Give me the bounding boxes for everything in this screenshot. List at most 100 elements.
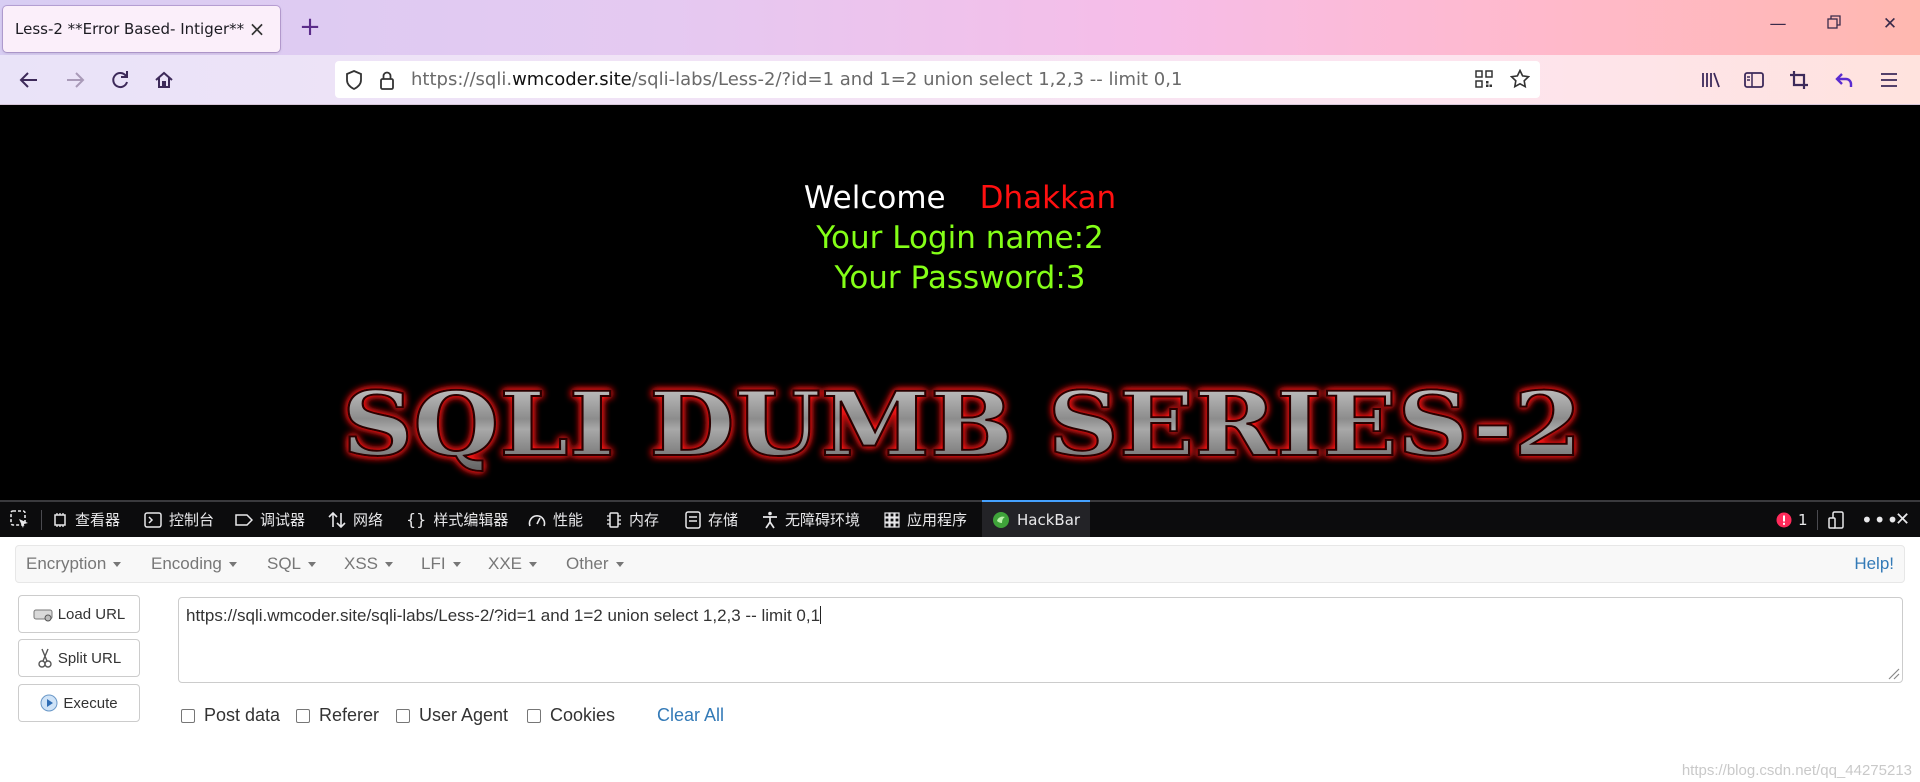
menu-label: Encryption	[26, 554, 107, 573]
sidebar-icon[interactable]	[1739, 65, 1769, 95]
text-cursor	[820, 606, 822, 624]
load-url-button[interactable]: Load URL	[18, 595, 140, 633]
help-link[interactable]: Help!	[1854, 546, 1894, 582]
back-icon[interactable]	[14, 65, 44, 95]
tab-label: 无障碍环境	[785, 511, 861, 529]
close-devtools-icon[interactable]: ✕	[1895, 502, 1910, 537]
tab-storage[interactable]: 存储	[685, 502, 738, 537]
qr-code-icon[interactable]	[1475, 70, 1493, 92]
hackbar-panel: Encryption Encoding SQL XSS LFI XXE Othe…	[0, 537, 1920, 782]
checkbox-box[interactable]	[181, 708, 195, 723]
screenshot-crop-icon[interactable]	[1784, 65, 1814, 95]
menu-label: XSS	[344, 554, 379, 573]
password-line: Your Password:3	[834, 260, 1086, 296]
tab-label: 内存	[629, 511, 660, 529]
error-indicator[interactable]: 1	[1776, 502, 1808, 537]
clear-all-link[interactable]: Clear All	[657, 705, 724, 726]
button-label: Execute	[63, 694, 118, 712]
more-options-icon[interactable]: •••	[1861, 502, 1899, 537]
menu-label: Encoding	[151, 554, 222, 573]
caret-down-icon	[308, 562, 317, 568]
hackbar-menu: Encryption Encoding SQL XSS LFI XXE Othe…	[15, 545, 1905, 583]
restore-icon[interactable]	[1822, 14, 1846, 34]
caret-down-icon	[529, 562, 538, 568]
menu-xss[interactable]: XSS	[344, 546, 394, 582]
cookies-checkbox[interactable]: Cookies	[527, 705, 615, 726]
tab-accessibility[interactable]: 无障碍环境	[762, 502, 860, 537]
split-url-button[interactable]: Split URL	[18, 639, 140, 677]
minimize-icon[interactable]: —	[1766, 14, 1790, 34]
close-window-icon[interactable]: ✕	[1878, 14, 1902, 34]
forward-icon[interactable]	[60, 65, 90, 95]
menu-label: LFI	[421, 554, 446, 573]
tab-hackbar[interactable]: HackBar	[982, 500, 1091, 537]
login-name-line: Your Login name:2	[816, 220, 1104, 256]
tab-inspector[interactable]: 查看器	[52, 502, 120, 537]
checkbox-box[interactable]	[527, 708, 541, 723]
post-data-checkbox[interactable]: Post data	[181, 705, 280, 726]
tab-debugger[interactable]: 调试器	[235, 502, 305, 537]
tab-memory[interactable]: 内存	[606, 502, 659, 537]
element-picker-icon[interactable]	[10, 502, 37, 537]
tab-label: 网络	[353, 511, 384, 529]
tab-label: 性能	[553, 511, 584, 529]
tab-label: 查看器	[75, 511, 121, 529]
reload-icon[interactable]	[105, 65, 135, 95]
page-content: Welcome Dhakkan Your Login name:2 Your Pa…	[0, 105, 1920, 500]
menu-icon[interactable]	[1874, 65, 1904, 95]
bookmark-star-icon[interactable]	[1509, 68, 1531, 93]
browser-tab[interactable]: Less-2 **Error Based- Intiger** ×	[3, 6, 280, 52]
menu-label: Other	[566, 554, 609, 573]
caret-down-icon	[452, 562, 461, 568]
menu-encoding[interactable]: Encoding	[151, 546, 237, 582]
menu-label: XXE	[488, 554, 523, 573]
menu-xxe[interactable]: XXE	[488, 546, 538, 582]
new-tab-icon[interactable]: +	[295, 12, 325, 42]
referer-checkbox[interactable]: Referer	[296, 705, 379, 726]
checkbox-label: Cookies	[550, 705, 616, 725]
caret-down-icon	[228, 562, 237, 568]
caret-down-icon	[615, 562, 624, 568]
tab-application[interactable]: 应用程序	[884, 502, 967, 537]
menu-encryption[interactable]: Encryption	[26, 546, 122, 582]
menu-label: SQL	[267, 554, 302, 573]
url-text[interactable]: https://sqli.wmcoder.site/sqli-labs/Less…	[411, 69, 1182, 90]
menu-sql[interactable]: SQL	[267, 546, 317, 582]
lock-icon[interactable]	[379, 70, 395, 94]
user-agent-checkbox[interactable]: User Agent	[396, 705, 508, 726]
welcome-line: Welcome Dhakkan	[0, 180, 1920, 216]
tab-label: 存储	[708, 511, 739, 529]
address-bar[interactable]: https://sqli.wmcoder.site/sqli-labs/Less…	[335, 61, 1540, 98]
error-count: 1	[1798, 510, 1808, 529]
tab-label: 样式编辑器	[433, 511, 509, 529]
tab-label: 控制台	[169, 511, 215, 529]
toolbar-divider	[1817, 510, 1818, 530]
welcome-name: Dhakkan	[979, 180, 1117, 216]
undo-icon[interactable]	[1829, 65, 1859, 95]
checkbox-box[interactable]	[396, 708, 410, 723]
sqli-dumb-series-banner: SQLI DUMB SERIES-2	[341, 371, 1583, 477]
tab-label: 应用程序	[907, 511, 968, 529]
library-icon[interactable]	[1696, 65, 1726, 95]
toolbar-divider	[41, 510, 42, 530]
checkbox-box[interactable]	[296, 708, 310, 723]
watermark: https://blog.csdn.net/qq_44275213	[1681, 762, 1912, 779]
close-tab-icon[interactable]: ×	[246, 17, 268, 41]
home-icon[interactable]	[149, 65, 179, 95]
play-icon	[40, 694, 58, 712]
url-textarea[interactable]: https://sqli.wmcoder.site/sqli-labs/Less…	[178, 597, 1903, 683]
tab-network[interactable]: 网络	[328, 502, 383, 537]
execute-button[interactable]: Execute	[18, 684, 140, 722]
tab-performance[interactable]: 性能	[528, 502, 583, 537]
url-textarea-value: https://sqli.wmcoder.site/sqli-labs/Less…	[186, 606, 821, 625]
menu-other[interactable]: Other	[566, 546, 624, 582]
tab-console[interactable]: 控制台	[144, 502, 214, 537]
checkbox-label: Referer	[319, 705, 380, 725]
tracking-shield-icon[interactable]	[345, 70, 363, 94]
responsive-design-icon[interactable]	[1828, 502, 1846, 537]
tab-style-editor[interactable]: {} 样式编辑器	[406, 502, 508, 537]
menu-lfi[interactable]: LFI	[421, 546, 461, 582]
devtools-toolbar: 查看器 控制台 调试器 网络 {} 样式编辑器 性能 内存 存储 无障碍环境 应…	[0, 500, 1920, 537]
resize-handle-icon[interactable]	[1886, 666, 1900, 680]
navigation-toolbar: https://sqli.wmcoder.site/sqli-labs/Less…	[0, 55, 1920, 105]
